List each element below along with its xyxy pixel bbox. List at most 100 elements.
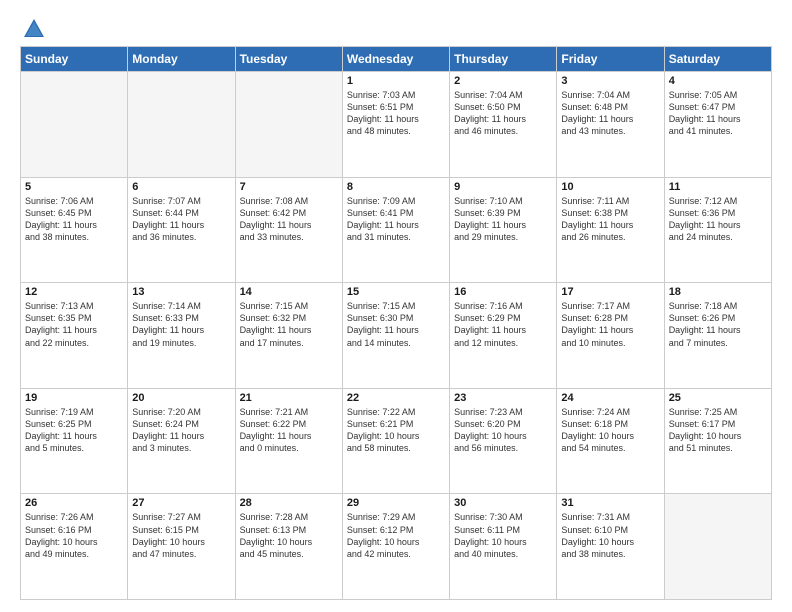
day-info: Sunrise: 7:24 AM Sunset: 6:18 PM Dayligh… — [561, 406, 659, 455]
day-number: 22 — [347, 392, 445, 404]
day-info: Sunrise: 7:14 AM Sunset: 6:33 PM Dayligh… — [132, 300, 230, 349]
day-number: 20 — [132, 392, 230, 404]
day-info: Sunrise: 7:29 AM Sunset: 6:12 PM Dayligh… — [347, 511, 445, 560]
day-info: Sunrise: 7:31 AM Sunset: 6:10 PM Dayligh… — [561, 511, 659, 560]
day-number: 19 — [25, 392, 123, 404]
day-info: Sunrise: 7:07 AM Sunset: 6:44 PM Dayligh… — [132, 195, 230, 244]
day-number: 3 — [561, 75, 659, 87]
calendar-cell: 26 Sunrise: 7:26 AM Sunset: 6:16 PM Dayli… — [21, 494, 128, 600]
day-number: 7 — [240, 181, 338, 193]
header — [20, 18, 772, 38]
day-info: Sunrise: 7:15 AM Sunset: 6:30 PM Dayligh… — [347, 300, 445, 349]
day-info: Sunrise: 7:20 AM Sunset: 6:24 PM Dayligh… — [132, 406, 230, 455]
day-info: Sunrise: 7:21 AM Sunset: 6:22 PM Dayligh… — [240, 406, 338, 455]
day-info: Sunrise: 7:16 AM Sunset: 6:29 PM Dayligh… — [454, 300, 552, 349]
calendar-cell — [21, 72, 128, 178]
day-number: 1 — [347, 75, 445, 87]
day-info: Sunrise: 7:30 AM Sunset: 6:11 PM Dayligh… — [454, 511, 552, 560]
day-info: Sunrise: 7:26 AM Sunset: 6:16 PM Dayligh… — [25, 511, 123, 560]
day-number: 8 — [347, 181, 445, 193]
calendar-cell: 4Sunrise: 7:05 AM Sunset: 6:47 PM Daylig… — [664, 72, 771, 178]
calendar-cell: 28Sunrise: 7:28 AM Sunset: 6:13 PM Dayli… — [235, 494, 342, 600]
calendar-cell — [235, 72, 342, 178]
logo-icon — [23, 18, 45, 38]
weekday-header: Wednesday — [342, 47, 449, 72]
day-info: Sunrise: 7:05 AM Sunset: 6:47 PM Dayligh… — [669, 89, 767, 138]
day-info: Sunrise: 7:10 AM Sunset: 6:39 PM Dayligh… — [454, 195, 552, 244]
calendar-cell: 30 Sunrise: 7:30 AM Sunset: 6:11 PM Dayli… — [450, 494, 557, 600]
calendar-cell: 16 Sunrise: 7:16 AM Sunset: 6:29 PM Dayli… — [450, 283, 557, 389]
calendar-cell: 19 Sunrise: 7:19 AM Sunset: 6:25 PM Dayli… — [21, 388, 128, 494]
day-info: Sunrise: 7:25 AM Sunset: 6:17 PM Dayligh… — [669, 406, 767, 455]
day-info: Sunrise: 7:23 AM Sunset: 6:20 PM Dayligh… — [454, 406, 552, 455]
calendar-cell: 17 Sunrise: 7:17 AM Sunset: 6:28 PM Dayli… — [557, 283, 664, 389]
day-info: Sunrise: 7:12 AM Sunset: 6:36 PM Dayligh… — [669, 195, 767, 244]
calendar-week-row: 1 Sunrise: 7:03 AM Sunset: 6:51 PM Daylig… — [21, 72, 772, 178]
calendar-week-row: 5Sunrise: 7:06 AM Sunset: 6:45 PM Daylig… — [21, 177, 772, 283]
day-number: 12 — [25, 286, 123, 298]
day-number: 16 — [454, 286, 552, 298]
weekday-header: Thursday — [450, 47, 557, 72]
page: SundayMondayTuesdayWednesdayThursdayFrid… — [0, 0, 792, 612]
calendar-cell: 20 Sunrise: 7:20 AM Sunset: 6:24 PM Dayli… — [128, 388, 235, 494]
day-info: Sunrise: 7:19 AM Sunset: 6:25 PM Dayligh… — [25, 406, 123, 455]
day-info: Sunrise: 7:22 AM Sunset: 6:21 PM Dayligh… — [347, 406, 445, 455]
calendar-cell — [128, 72, 235, 178]
day-number: 6 — [132, 181, 230, 193]
calendar-cell: 3Sunrise: 7:04 AM Sunset: 6:48 PM Daylig… — [557, 72, 664, 178]
calendar-cell: 8 Sunrise: 7:09 AM Sunset: 6:41 PM Daylig… — [342, 177, 449, 283]
day-number: 23 — [454, 392, 552, 404]
calendar-week-row: 26 Sunrise: 7:26 AM Sunset: 6:16 PM Dayli… — [21, 494, 772, 600]
day-info: Sunrise: 7:18 AM Sunset: 6:26 PM Dayligh… — [669, 300, 767, 349]
weekday-header: Saturday — [664, 47, 771, 72]
calendar-cell — [664, 494, 771, 600]
calendar-cell: 24 Sunrise: 7:24 AM Sunset: 6:18 PM Dayli… — [557, 388, 664, 494]
day-number: 26 — [25, 497, 123, 509]
calendar-cell: 13 Sunrise: 7:14 AM Sunset: 6:33 PM Dayli… — [128, 283, 235, 389]
calendar-cell: 10Sunrise: 7:11 AM Sunset: 6:38 PM Dayli… — [557, 177, 664, 283]
calendar-cell: 27 Sunrise: 7:27 AM Sunset: 6:15 PM Dayli… — [128, 494, 235, 600]
calendar-cell: 23 Sunrise: 7:23 AM Sunset: 6:20 PM Dayli… — [450, 388, 557, 494]
day-number: 17 — [561, 286, 659, 298]
calendar-header-row: SundayMondayTuesdayWednesdayThursdayFrid… — [21, 47, 772, 72]
day-number: 27 — [132, 497, 230, 509]
calendar-cell: 11 Sunrise: 7:12 AM Sunset: 6:36 PM Dayli… — [664, 177, 771, 283]
day-info: Sunrise: 7:04 AM Sunset: 6:50 PM Dayligh… — [454, 89, 552, 138]
calendar-cell: 1 Sunrise: 7:03 AM Sunset: 6:51 PM Daylig… — [342, 72, 449, 178]
day-number: 2 — [454, 75, 552, 87]
day-number: 15 — [347, 286, 445, 298]
calendar-cell: 12 Sunrise: 7:13 AM Sunset: 6:35 PM Dayli… — [21, 283, 128, 389]
day-info: Sunrise: 7:15 AM Sunset: 6:32 PM Dayligh… — [240, 300, 338, 349]
day-info: Sunrise: 7:03 AM Sunset: 6:51 PM Dayligh… — [347, 89, 445, 138]
day-info: Sunrise: 7:09 AM Sunset: 6:41 PM Dayligh… — [347, 195, 445, 244]
day-info: Sunrise: 7:13 AM Sunset: 6:35 PM Dayligh… — [25, 300, 123, 349]
day-number: 25 — [669, 392, 767, 404]
day-number: 24 — [561, 392, 659, 404]
day-info: Sunrise: 7:17 AM Sunset: 6:28 PM Dayligh… — [561, 300, 659, 349]
day-number: 29 — [347, 497, 445, 509]
calendar-cell: 15 Sunrise: 7:15 AM Sunset: 6:30 PM Dayli… — [342, 283, 449, 389]
day-number: 31 — [561, 497, 659, 509]
calendar-cell: 22 Sunrise: 7:22 AM Sunset: 6:21 PM Dayli… — [342, 388, 449, 494]
day-number: 13 — [132, 286, 230, 298]
day-number: 30 — [454, 497, 552, 509]
day-number: 11 — [669, 181, 767, 193]
calendar-cell: 9Sunrise: 7:10 AM Sunset: 6:39 PM Daylig… — [450, 177, 557, 283]
day-number: 21 — [240, 392, 338, 404]
calendar-cell: 2 Sunrise: 7:04 AM Sunset: 6:50 PM Daylig… — [450, 72, 557, 178]
weekday-header: Friday — [557, 47, 664, 72]
weekday-header: Sunday — [21, 47, 128, 72]
day-info: Sunrise: 7:08 AM Sunset: 6:42 PM Dayligh… — [240, 195, 338, 244]
calendar-cell: 21 Sunrise: 7:21 AM Sunset: 6:22 PM Dayli… — [235, 388, 342, 494]
weekday-header: Monday — [128, 47, 235, 72]
calendar-cell: 5Sunrise: 7:06 AM Sunset: 6:45 PM Daylig… — [21, 177, 128, 283]
calendar-cell: 29 Sunrise: 7:29 AM Sunset: 6:12 PM Dayli… — [342, 494, 449, 600]
calendar-cell: 14Sunrise: 7:15 AM Sunset: 6:32 PM Dayli… — [235, 283, 342, 389]
calendar-week-row: 12 Sunrise: 7:13 AM Sunset: 6:35 PM Dayli… — [21, 283, 772, 389]
calendar-cell: 31 Sunrise: 7:31 AM Sunset: 6:10 PM Dayli… — [557, 494, 664, 600]
day-number: 10 — [561, 181, 659, 193]
calendar-week-row: 19 Sunrise: 7:19 AM Sunset: 6:25 PM Dayli… — [21, 388, 772, 494]
day-info: Sunrise: 7:27 AM Sunset: 6:15 PM Dayligh… — [132, 511, 230, 560]
calendar: SundayMondayTuesdayWednesdayThursdayFrid… — [20, 46, 772, 600]
day-number: 18 — [669, 286, 767, 298]
